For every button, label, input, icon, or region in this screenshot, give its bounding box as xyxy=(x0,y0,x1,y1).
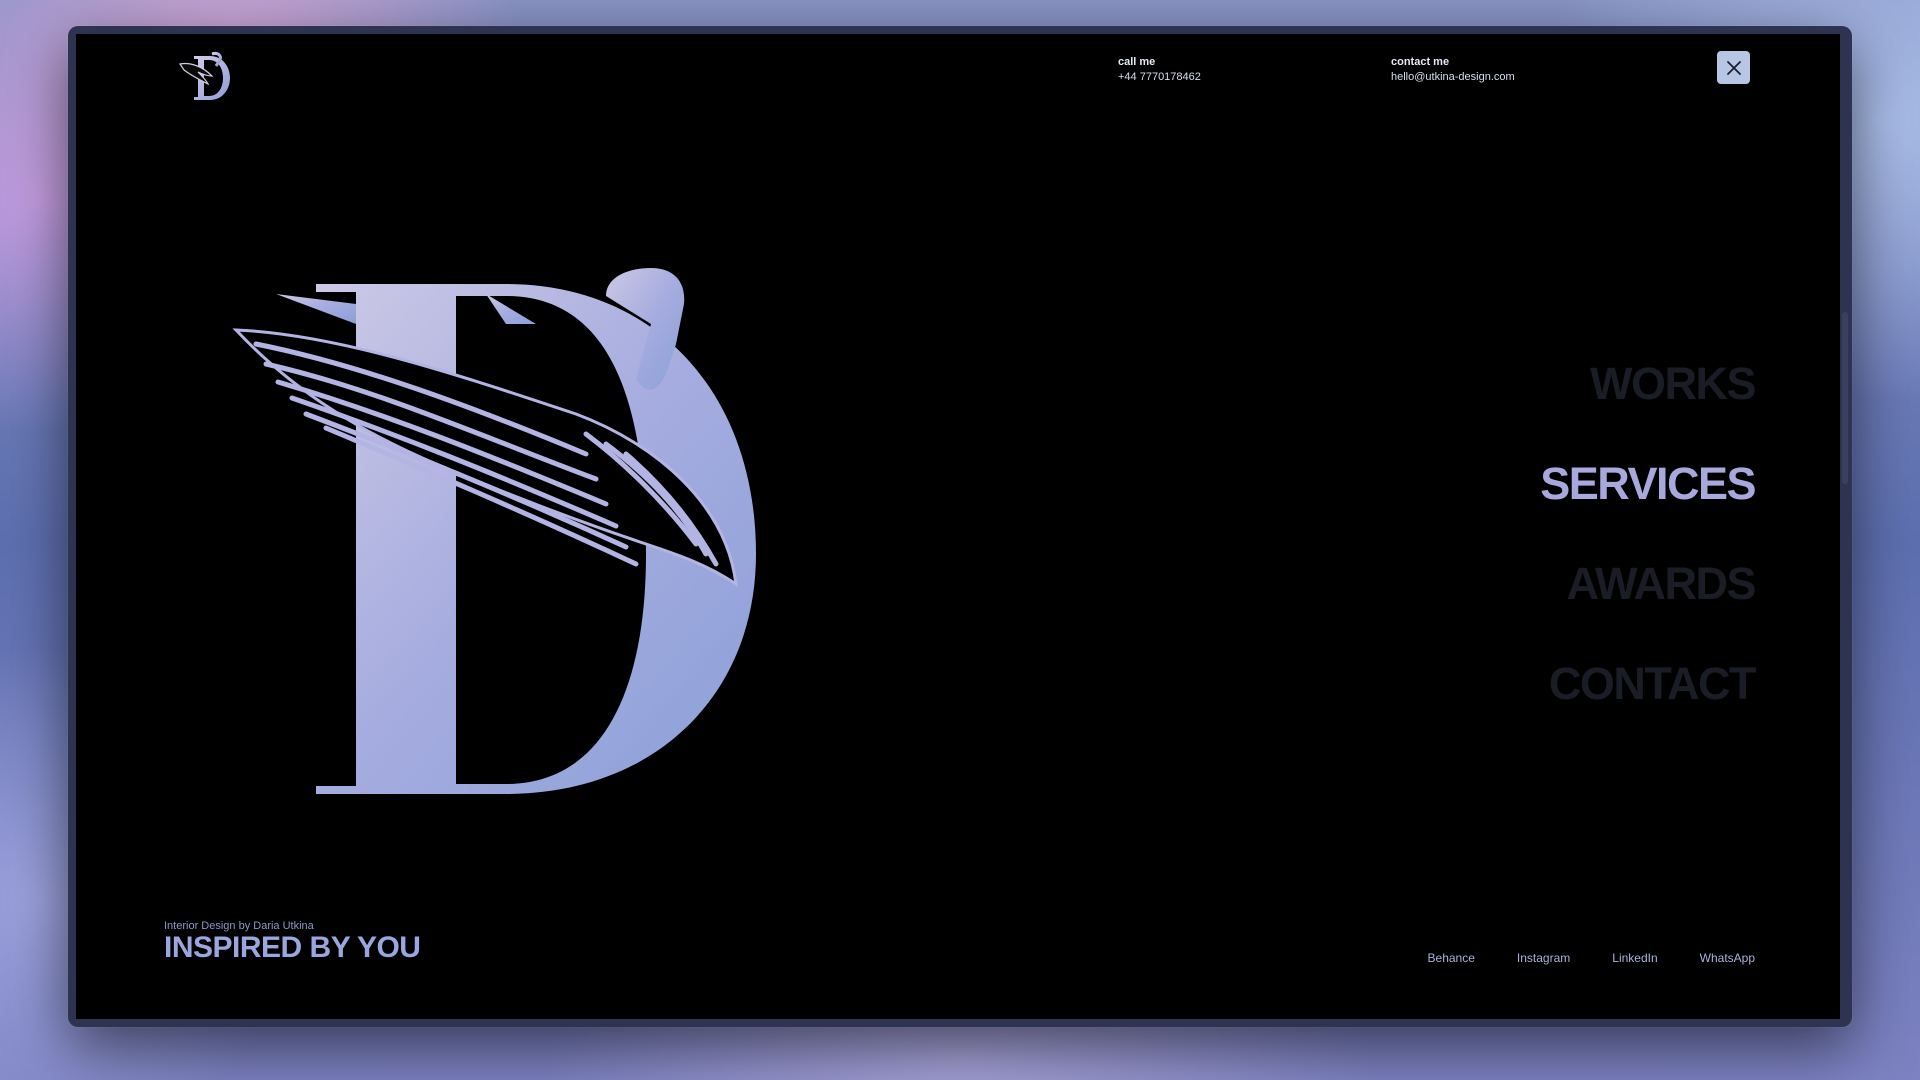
email-address[interactable]: hello@utkina-design.com xyxy=(1391,70,1515,85)
close-menu-button[interactable] xyxy=(1717,51,1750,84)
winged-d-emblem xyxy=(232,268,756,794)
menu-item-services[interactable]: SERVICES xyxy=(1540,434,1756,534)
site-logo-icon[interactable] xyxy=(172,42,236,106)
social-link-behance[interactable]: Behance xyxy=(1428,951,1475,965)
browser-window: call me +44 7770178462 contact me hello@… xyxy=(68,26,1852,1027)
social-link-instagram[interactable]: Instagram xyxy=(1517,951,1570,965)
call-me-label: call me xyxy=(1118,56,1156,68)
menu-item-contact[interactable]: CONTACT xyxy=(1540,634,1757,734)
scrollbar-thumb[interactable] xyxy=(1842,312,1848,484)
social-links: Behance Instagram LinkedIn WhatsApp xyxy=(1428,951,1755,965)
scrollbar[interactable] xyxy=(1842,34,1848,1019)
menu-item-awards[interactable]: AWARDS xyxy=(1540,534,1756,634)
phone-number[interactable]: +44 7770178462 xyxy=(1118,70,1201,85)
site-tagline: Interior Design by Daria Utkina INSPIRED… xyxy=(164,920,421,964)
contact-me-label: contact me xyxy=(1391,56,1450,68)
site-viewport: call me +44 7770178462 contact me hello@… xyxy=(76,34,1840,1019)
tagline-title: INSPIRED BY YOU xyxy=(164,931,421,964)
social-link-linkedin[interactable]: LinkedIn xyxy=(1612,951,1657,965)
menu-item-works[interactable]: WORKS xyxy=(1540,334,1756,434)
contact-me-block[interactable]: contact me hello@utkina-design.com xyxy=(1391,55,1515,85)
call-me-block[interactable]: call me +44 7770178462 xyxy=(1118,55,1201,85)
social-link-whatsapp[interactable]: WhatsApp xyxy=(1700,951,1755,965)
main-menu: WORKS SERVICES AWARDS CONTACT xyxy=(1540,334,1757,734)
close-icon xyxy=(1726,60,1741,75)
